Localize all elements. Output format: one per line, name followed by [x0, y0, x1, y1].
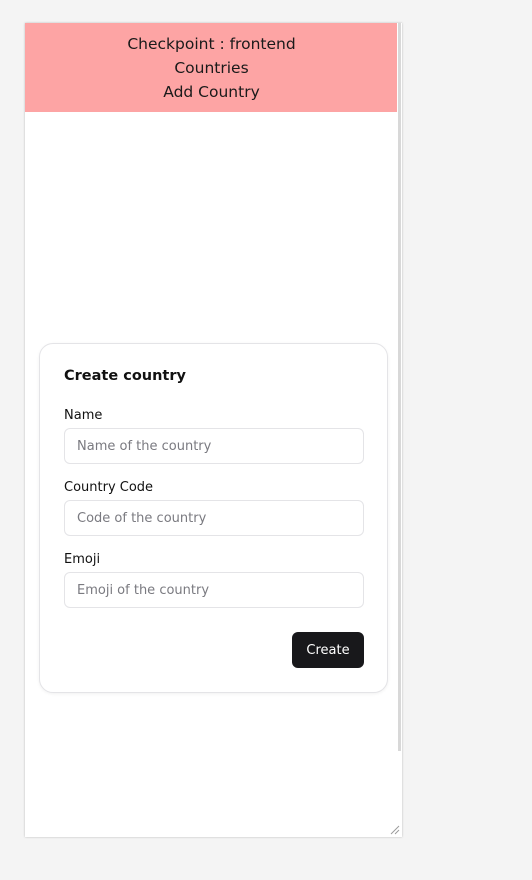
resize-grip-icon[interactable]: [388, 823, 400, 835]
name-input[interactable]: [64, 428, 364, 464]
nav-link-add-country[interactable]: Add Country: [163, 81, 260, 103]
page-header: Checkpoint : frontend Countries Add Coun…: [25, 23, 398, 112]
scrollbar-thumb[interactable]: [398, 23, 401, 751]
country-code-label: Country Code: [64, 480, 154, 495]
vertical-scrollbar[interactable]: [397, 23, 402, 837]
emoji-label: Emoji: [64, 552, 101, 567]
nav-link-countries[interactable]: Countries: [174, 57, 248, 79]
create-country-form: Create country Name Country Code Emoji C…: [39, 343, 388, 693]
emoji-input[interactable]: [64, 572, 364, 608]
app-window: Checkpoint : frontend Countries Add Coun…: [25, 23, 402, 837]
country-code-input[interactable]: [64, 500, 364, 536]
create-button[interactable]: Create: [292, 632, 364, 668]
header-title: Checkpoint : frontend: [127, 34, 296, 53]
form-title: Create country: [64, 368, 186, 384]
name-label: Name: [64, 408, 103, 423]
